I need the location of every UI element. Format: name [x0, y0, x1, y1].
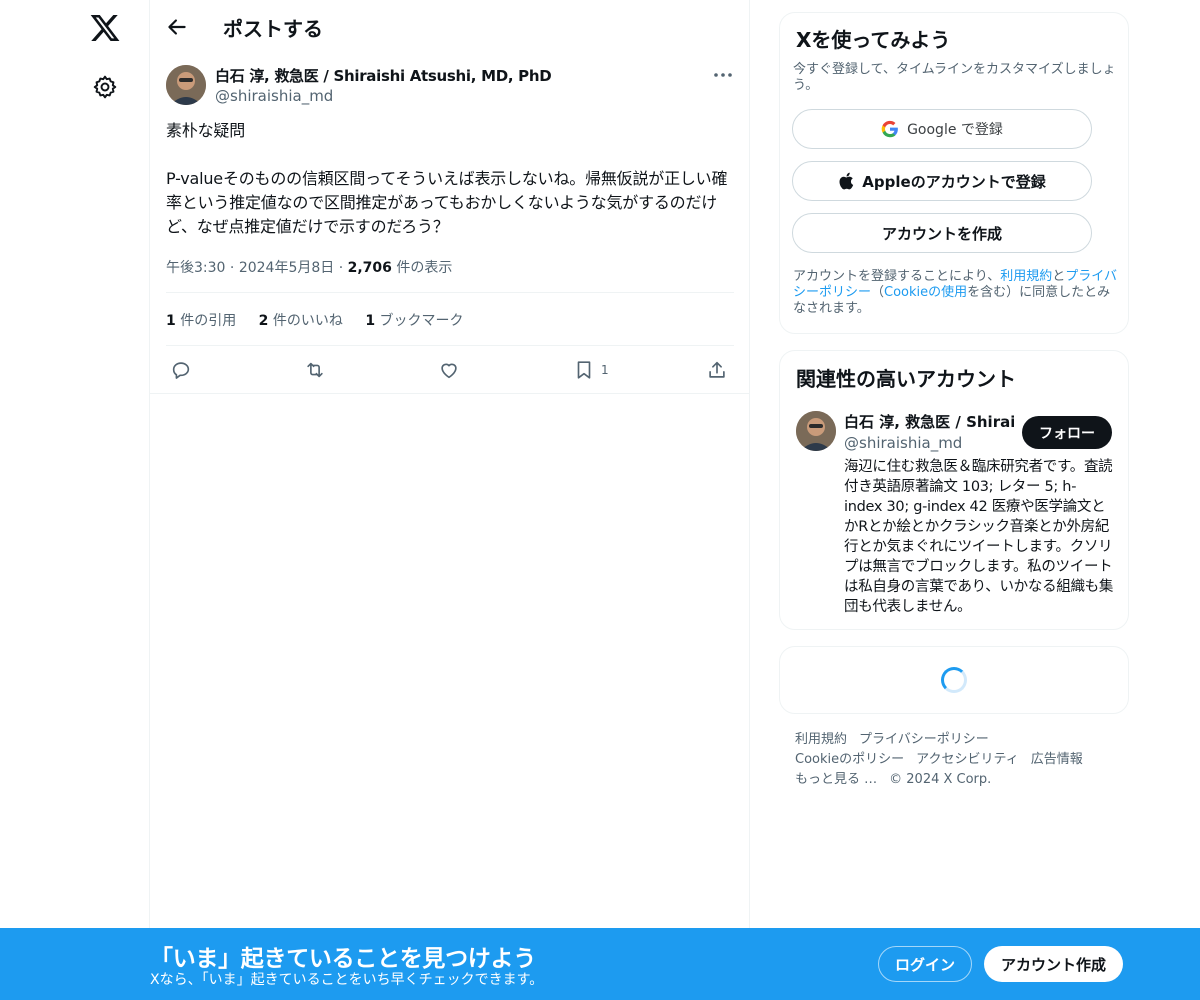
- meta-separator: ·: [338, 260, 348, 276]
- footer-more-link[interactable]: もっと見る …: [795, 772, 877, 787]
- related-account-name[interactable]: 白石 淳, 救急医 / Shiraishi Atsushi, MD, PhD: [844, 411, 1014, 432]
- post-stats: 1 件の引用 2 件のいいね 1 ブックマーク: [166, 310, 482, 330]
- banner-subtitle: Xなら、「いま」起きていることをいち早くチェックできます。: [150, 972, 544, 988]
- login-button[interactable]: ログイン: [878, 946, 972, 982]
- author-handle[interactable]: @shiraishia_md: [215, 87, 333, 105]
- footer-terms-link[interactable]: 利用規約: [795, 732, 847, 747]
- legal-text: アカウントを登録することにより、: [793, 269, 1001, 284]
- author-name[interactable]: 白石 淳, 救急医 / Shiraishi Atsushi, MD, PhD: [215, 65, 552, 86]
- quotes-stat[interactable]: 1 件の引用: [166, 313, 236, 329]
- repost-icon: [307, 362, 323, 378]
- likes-count: 2: [258, 313, 269, 329]
- post-date[interactable]: 2024年5月8日: [239, 260, 334, 276]
- main-column: ポストする 白石 淳, 救急医 / Shiraishi Atsushi, MD,…: [149, 0, 750, 1000]
- quotes-count: 1: [166, 313, 176, 329]
- legal-text: （: [871, 285, 885, 300]
- loading-spinner-icon: [941, 667, 967, 693]
- page-title: ポストする: [223, 17, 323, 41]
- views-count: 2,706: [347, 260, 392, 276]
- reply-icon: [172, 362, 190, 379]
- likes-stat[interactable]: 2 件のいいね: [259, 313, 343, 329]
- apple-button-label: Appleのアカウントで登録: [862, 172, 1046, 191]
- apple-signup-button[interactable]: Appleのアカウントで登録: [792, 161, 1092, 201]
- terms-link[interactable]: 利用規約: [1000, 269, 1052, 284]
- related-account-handle[interactable]: @shiraishia_md: [844, 434, 962, 452]
- share-icon: [709, 361, 725, 378]
- likes-label: 件のいいね: [272, 313, 343, 329]
- more-options-icon[interactable]: [710, 64, 736, 86]
- legal-notice: アカウントを登録することにより、利用規約とプライバシーポリシー（Cookieの使…: [793, 269, 1123, 317]
- loading-panel: [779, 646, 1129, 714]
- google-signup-button[interactable]: Google で登録: [792, 109, 1092, 149]
- footer-row: Cookieのポリシー アクセシビリティ 広告情報: [795, 750, 1125, 770]
- signup-title: Xを使ってみよう: [796, 28, 951, 52]
- create-account-button[interactable]: アカウントを作成: [792, 213, 1092, 253]
- footer-ads-link[interactable]: 広告情報: [1031, 752, 1083, 767]
- apple-icon: [839, 172, 854, 190]
- like-button[interactable]: [438, 355, 460, 385]
- post-text: 素朴な疑問 P-valueそのものの信頼区間ってそういえば表示しないね。帰無仮説…: [166, 121, 728, 236]
- reply-button[interactable]: [170, 355, 192, 385]
- repost-button[interactable]: [304, 355, 326, 385]
- views-label: 件の表示: [396, 260, 453, 276]
- signup-subtitle: 今すぐ登録して、タイムラインをカスタマイズしましょう。: [793, 62, 1116, 93]
- signup-button[interactable]: アカウント作成: [984, 946, 1123, 982]
- post-meta: 午後3:30 · 2024年5月8日 · 2,706 件の表示: [166, 257, 452, 277]
- signup-panel: Xを使ってみよう 今すぐ登録して、タイムラインをカスタマイズしましょう。 Goo…: [779, 12, 1129, 334]
- post-actions: 1: [150, 355, 750, 385]
- cookie-link[interactable]: Cookieの使用: [884, 285, 967, 300]
- bookmark-count: 1: [601, 363, 609, 377]
- divider: [166, 292, 734, 293]
- footer-accessibility-link[interactable]: アクセシビリティ: [916, 752, 1019, 767]
- footer-links: 利用規約 プライバシーポリシー Cookieのポリシー アクセシビリティ 広告情報 も…: [795, 730, 1125, 790]
- bookmarks-stat[interactable]: 1 ブックマーク: [365, 313, 463, 329]
- bookmarks-label: ブックマーク: [379, 313, 464, 329]
- related-accounts-panel: 関連性の高いアカウント 白石 淳, 救急医 / Shiraishi Atsush…: [779, 350, 1129, 630]
- footer-cookie-link[interactable]: Cookieのポリシー: [795, 752, 904, 767]
- avatar[interactable]: [796, 411, 836, 451]
- avatar[interactable]: [166, 65, 206, 105]
- footer-row: もっと見る … © 2024 X Corp.: [795, 770, 1125, 790]
- heart-icon: [441, 363, 457, 379]
- follow-button[interactable]: フォロー: [1022, 416, 1112, 449]
- avatar-image: [166, 65, 206, 105]
- divider: [166, 345, 734, 346]
- related-account-bio: 海辺に住む救急医＆臨床研究者です。査読付き英語原著論文 103; レター 5; …: [844, 459, 1114, 615]
- x-logo-icon[interactable]: [89, 12, 121, 44]
- gear-icon[interactable]: [92, 74, 118, 100]
- quotes-label: 件の引用: [180, 313, 237, 329]
- bookmarks-count: 1: [365, 313, 376, 329]
- banner-title: 「いま」起きていることを見つけよう: [150, 946, 536, 972]
- related-title: 関連性の高いアカウント: [796, 367, 1016, 391]
- google-button-label: Google で登録: [907, 122, 1003, 138]
- bookmark-button[interactable]: 1: [573, 355, 609, 385]
- signup-banner: 「いま」起きていることを見つけよう Xなら、「いま」起きていることをいち早くチェ…: [0, 928, 1200, 1000]
- page-header: ポストする: [150, 0, 750, 54]
- legal-text: と: [1052, 269, 1066, 284]
- meta-separator: ·: [229, 260, 239, 276]
- divider: [150, 393, 750, 394]
- bookmark-icon: [577, 361, 591, 379]
- avatar-image: [796, 411, 836, 451]
- footer-row: 利用規約 プライバシーポリシー: [795, 730, 1125, 750]
- google-icon: [881, 120, 898, 138]
- arrow-left-icon[interactable]: [164, 14, 190, 40]
- left-nav: [0, 0, 150, 1000]
- post-time[interactable]: 午後3:30: [166, 260, 225, 276]
- footer-privacy-link[interactable]: プライバシーポリシー: [859, 732, 989, 747]
- footer-copyright: © 2024 X Corp.: [889, 772, 992, 787]
- share-button[interactable]: [706, 355, 728, 385]
